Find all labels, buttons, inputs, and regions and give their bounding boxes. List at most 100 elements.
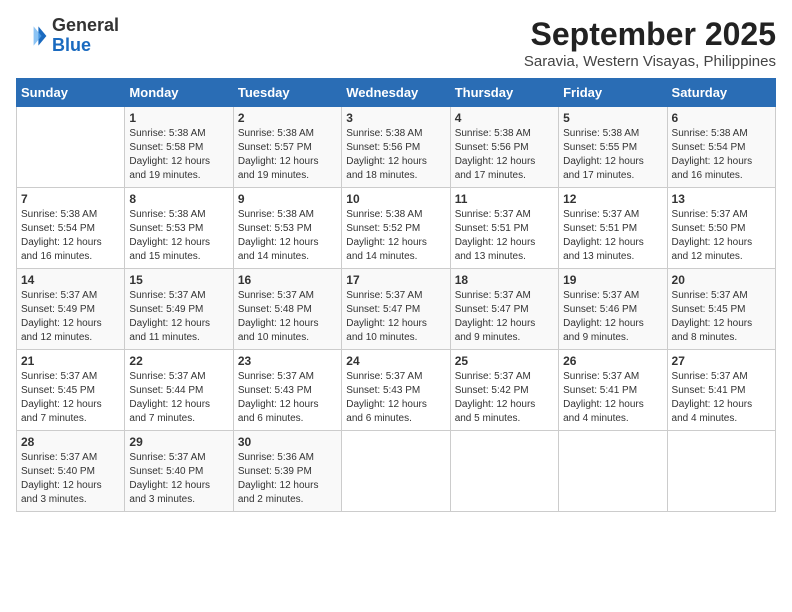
calendar-cell: 25 Sunrise: 5:37 AM Sunset: 5:42 PM Dayli… (450, 350, 558, 431)
day-number: 11 (455, 192, 554, 206)
day-number: 1 (129, 111, 228, 125)
header-row: SundayMondayTuesdayWednesdayThursdayFrid… (17, 79, 776, 107)
page-header: General Blue September 2025 Saravia, Wes… (16, 16, 776, 70)
day-info: Sunrise: 5:37 AM Sunset: 5:48 PM Dayligh… (238, 289, 337, 345)
day-info: Sunrise: 5:38 AM Sunset: 5:52 PM Dayligh… (346, 208, 445, 264)
calendar-cell: 21 Sunrise: 5:37 AM Sunset: 5:45 PM Dayli… (17, 350, 125, 431)
day-info: Sunrise: 5:38 AM Sunset: 5:55 PM Dayligh… (563, 127, 662, 183)
day-number: 13 (672, 192, 771, 206)
day-info: Sunrise: 5:38 AM Sunset: 5:57 PM Dayligh… (238, 127, 337, 183)
column-header-tuesday: Tuesday (233, 79, 341, 107)
calendar-cell: 10 Sunrise: 5:38 AM Sunset: 5:52 PM Dayli… (342, 188, 450, 269)
calendar-cell: 19Sunrise: 5:37 AM Sunset: 5:46 PM Dayli… (559, 269, 667, 350)
calendar-cell (450, 431, 558, 512)
logo: General Blue (16, 16, 119, 56)
day-number: 19 (563, 273, 662, 287)
calendar-cell: 15 Sunrise: 5:37 AM Sunset: 5:49 PM Dayli… (125, 269, 233, 350)
month-year: September 2025 (524, 16, 776, 53)
calendar-cell: 20Sunrise: 5:37 AM Sunset: 5:45 PM Dayli… (667, 269, 775, 350)
calendar-cell: 5 Sunrise: 5:38 AM Sunset: 5:55 PM Daylig… (559, 107, 667, 188)
day-number: 18 (455, 273, 554, 287)
calendar-cell (667, 431, 775, 512)
day-number: 29 (129, 435, 228, 449)
day-info: Sunrise: 5:37 AM Sunset: 5:45 PM Dayligh… (21, 370, 120, 426)
day-number: 9 (238, 192, 337, 206)
day-info: Sunrise: 5:38 AM Sunset: 5:53 PM Dayligh… (129, 208, 228, 264)
day-number: 3 (346, 111, 445, 125)
calendar-cell: 3 Sunrise: 5:38 AM Sunset: 5:56 PM Daylig… (342, 107, 450, 188)
day-number: 24 (346, 354, 445, 368)
column-header-saturday: Saturday (667, 79, 775, 107)
calendar-cell (559, 431, 667, 512)
calendar-cell: 8 Sunrise: 5:38 AM Sunset: 5:53 PM Daylig… (125, 188, 233, 269)
title-block: September 2025 Saravia, Western Visayas,… (524, 16, 776, 70)
day-number: 22 (129, 354, 228, 368)
calendar-cell: 1Sunrise: 5:38 AM Sunset: 5:58 PM Daylig… (125, 107, 233, 188)
day-number: 30 (238, 435, 337, 449)
week-row-3: 14 Sunrise: 5:37 AM Sunset: 5:49 PM Dayli… (17, 269, 776, 350)
calendar-cell: 16 Sunrise: 5:37 AM Sunset: 5:48 PM Dayli… (233, 269, 341, 350)
day-number: 21 (21, 354, 120, 368)
day-number: 14 (21, 273, 120, 287)
week-row-2: 7Sunrise: 5:38 AM Sunset: 5:54 PM Daylig… (17, 188, 776, 269)
day-info: Sunrise: 5:37 AM Sunset: 5:43 PM Dayligh… (346, 370, 445, 426)
day-info: Sunrise: 5:37 AM Sunset: 5:47 PM Dayligh… (455, 289, 554, 345)
day-info: Sunrise: 5:37 AM Sunset: 5:51 PM Dayligh… (563, 208, 662, 264)
day-info: Sunrise: 5:38 AM Sunset: 5:56 PM Dayligh… (455, 127, 554, 183)
calendar-cell: 23 Sunrise: 5:37 AM Sunset: 5:43 PM Dayli… (233, 350, 341, 431)
day-info: Sunrise: 5:37 AM Sunset: 5:41 PM Dayligh… (563, 370, 662, 426)
week-row-1: 1Sunrise: 5:38 AM Sunset: 5:58 PM Daylig… (17, 107, 776, 188)
day-number: 23 (238, 354, 337, 368)
day-info: Sunrise: 5:37 AM Sunset: 5:49 PM Dayligh… (21, 289, 120, 345)
calendar-cell: 6Sunrise: 5:38 AM Sunset: 5:54 PM Daylig… (667, 107, 775, 188)
calendar-cell (17, 107, 125, 188)
day-number: 26 (563, 354, 662, 368)
day-info: Sunrise: 5:37 AM Sunset: 5:43 PM Dayligh… (238, 370, 337, 426)
column-header-sunday: Sunday (17, 79, 125, 107)
calendar-cell: 4 Sunrise: 5:38 AM Sunset: 5:56 PM Daylig… (450, 107, 558, 188)
calendar-table: SundayMondayTuesdayWednesdayThursdayFrid… (16, 78, 776, 512)
calendar-cell: 13 Sunrise: 5:37 AM Sunset: 5:50 PM Dayli… (667, 188, 775, 269)
day-number: 7 (21, 192, 120, 206)
calendar-cell: 18 Sunrise: 5:37 AM Sunset: 5:47 PM Dayli… (450, 269, 558, 350)
column-header-monday: Monday (125, 79, 233, 107)
calendar-cell: 22 Sunrise: 5:37 AM Sunset: 5:44 PM Dayli… (125, 350, 233, 431)
day-number: 15 (129, 273, 228, 287)
calendar-cell: 7Sunrise: 5:38 AM Sunset: 5:54 PM Daylig… (17, 188, 125, 269)
day-number: 10 (346, 192, 445, 206)
day-number: 20 (672, 273, 771, 287)
calendar-cell: 12Sunrise: 5:37 AM Sunset: 5:51 PM Dayli… (559, 188, 667, 269)
calendar-cell: 28Sunrise: 5:37 AM Sunset: 5:40 PM Dayli… (17, 431, 125, 512)
day-info: Sunrise: 5:37 AM Sunset: 5:50 PM Dayligh… (672, 208, 771, 264)
location: Saravia, Western Visayas, Philippines (524, 53, 776, 70)
day-info: Sunrise: 5:37 AM Sunset: 5:49 PM Dayligh… (129, 289, 228, 345)
day-info: Sunrise: 5:37 AM Sunset: 5:44 PM Dayligh… (129, 370, 228, 426)
calendar-cell: 9 Sunrise: 5:38 AM Sunset: 5:53 PM Daylig… (233, 188, 341, 269)
day-number: 5 (563, 111, 662, 125)
day-number: 4 (455, 111, 554, 125)
calendar-cell: 2 Sunrise: 5:38 AM Sunset: 5:57 PM Daylig… (233, 107, 341, 188)
calendar-cell: 29 Sunrise: 5:37 AM Sunset: 5:40 PM Dayli… (125, 431, 233, 512)
calendar-cell: 17Sunrise: 5:37 AM Sunset: 5:47 PM Dayli… (342, 269, 450, 350)
logo-blue: Blue (52, 35, 91, 55)
day-info: Sunrise: 5:38 AM Sunset: 5:54 PM Dayligh… (672, 127, 771, 183)
day-info: Sunrise: 5:37 AM Sunset: 5:40 PM Dayligh… (21, 451, 120, 507)
calendar-cell: 27Sunrise: 5:37 AM Sunset: 5:41 PM Dayli… (667, 350, 775, 431)
calendar-cell: 14 Sunrise: 5:37 AM Sunset: 5:49 PM Dayli… (17, 269, 125, 350)
day-number: 8 (129, 192, 228, 206)
column-header-friday: Friday (559, 79, 667, 107)
day-number: 2 (238, 111, 337, 125)
day-number: 25 (455, 354, 554, 368)
day-number: 17 (346, 273, 445, 287)
week-row-4: 21 Sunrise: 5:37 AM Sunset: 5:45 PM Dayli… (17, 350, 776, 431)
day-info: Sunrise: 5:38 AM Sunset: 5:56 PM Dayligh… (346, 127, 445, 183)
calendar-cell: 24 Sunrise: 5:37 AM Sunset: 5:43 PM Dayli… (342, 350, 450, 431)
week-row-5: 28Sunrise: 5:37 AM Sunset: 5:40 PM Dayli… (17, 431, 776, 512)
day-number: 16 (238, 273, 337, 287)
day-info: Sunrise: 5:37 AM Sunset: 5:42 PM Dayligh… (455, 370, 554, 426)
logo-icon (16, 20, 48, 52)
day-info: Sunrise: 5:38 AM Sunset: 5:53 PM Dayligh… (238, 208, 337, 264)
day-info: Sunrise: 5:37 AM Sunset: 5:40 PM Dayligh… (129, 451, 228, 507)
day-info: Sunrise: 5:37 AM Sunset: 5:41 PM Dayligh… (672, 370, 771, 426)
calendar-cell (342, 431, 450, 512)
